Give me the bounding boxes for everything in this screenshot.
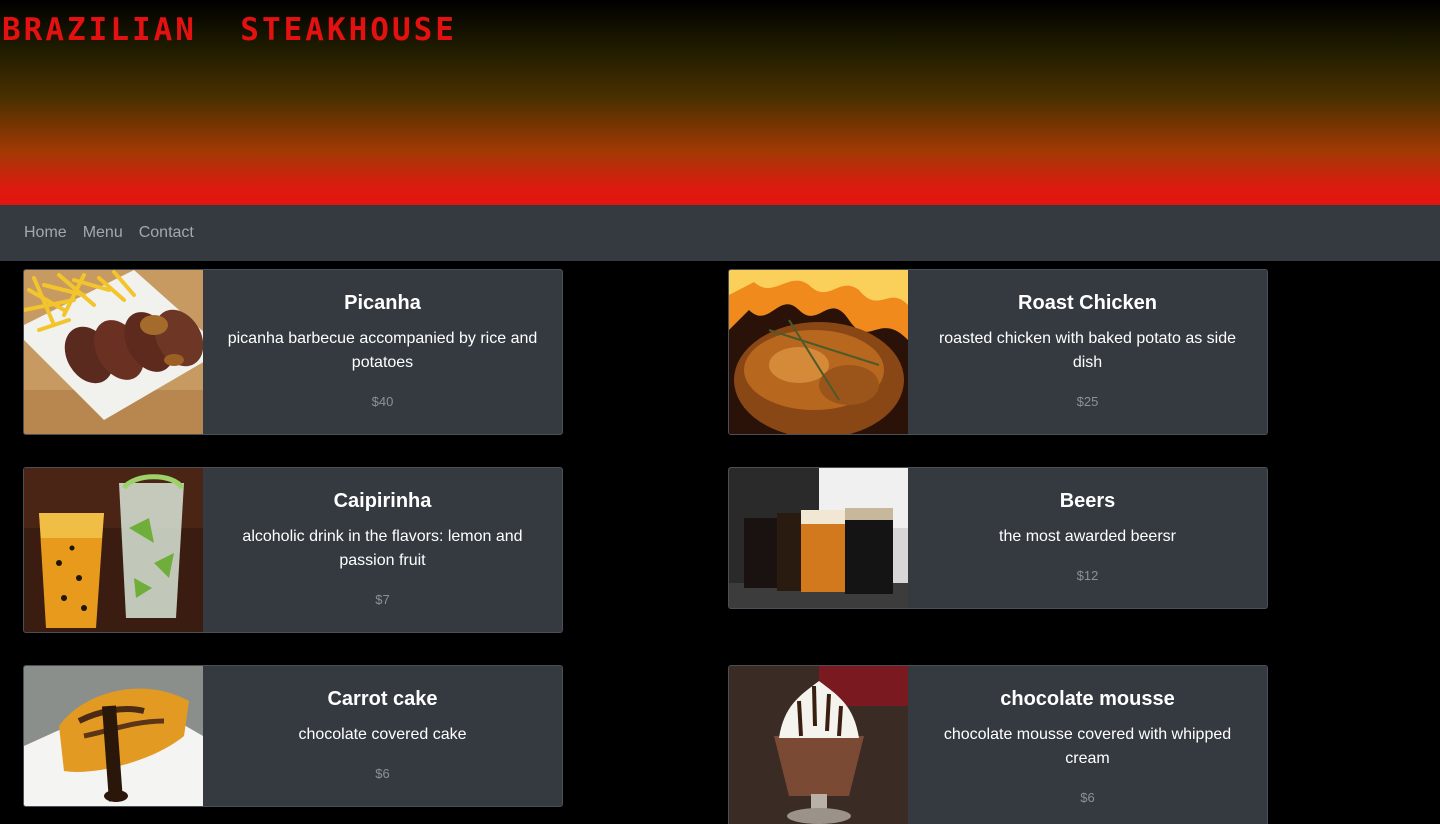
card-description: the most awarded beersr — [999, 528, 1176, 545]
card-body: Picanha picanha barbecue accompanied by … — [203, 270, 562, 434]
navbar: Home Menu Contact — [0, 205, 1440, 261]
card-description: picanha barbecue accompanied by rice and… — [227, 330, 538, 371]
card-description: chocolate mousse covered with whipped cr… — [943, 726, 1232, 767]
card-price: $7 — [375, 592, 390, 607]
card-title: Carrot cake — [327, 688, 438, 710]
card-description: alcoholic drink in the flavors: lemon an… — [242, 528, 523, 569]
card-body: Beers the most awarded beersr $12 — [908, 468, 1267, 608]
carrot-cake-image — [24, 666, 203, 806]
card-body: Roast Chicken roasted chicken with baked… — [908, 270, 1267, 434]
card-description: roasted chicken with baked potato as sid… — [938, 330, 1237, 371]
chocolate-mousse-image — [729, 666, 908, 824]
card-price: $12 — [1076, 568, 1099, 583]
brand-title: BRAZILIAN STEAKHOUSE — [2, 12, 457, 48]
card-price: $40 — [371, 394, 394, 409]
card-title: Roast Chicken — [1018, 292, 1157, 314]
nav-home-link[interactable]: Home — [24, 224, 67, 242]
card-price: $6 — [1080, 790, 1095, 805]
menu-card-carrot-cake[interactable]: Carrot cake chocolate covered cake $6 — [23, 665, 563, 807]
menu-card-chocolate-mousse[interactable]: chocolate mousse chocolate mousse covere… — [728, 665, 1268, 824]
card-body: Caipirinha alcoholic drink in the flavor… — [203, 468, 562, 632]
card-price: $6 — [375, 766, 390, 781]
roast-chicken-image — [729, 270, 908, 434]
hero-banner: BRAZILIAN STEAKHOUSE — [0, 0, 1440, 205]
menu-card-roast-chicken[interactable]: Roast Chicken roasted chicken with baked… — [728, 269, 1268, 435]
caipirinha-image — [24, 468, 203, 632]
picanha-image — [24, 270, 203, 434]
card-price: $25 — [1076, 394, 1099, 409]
card-description: chocolate covered cake — [298, 726, 467, 743]
card-title: chocolate mousse — [1000, 688, 1175, 710]
card-title: Caipirinha — [333, 490, 432, 512]
card-title: Beers — [1059, 490, 1116, 512]
beers-image — [729, 468, 908, 608]
card-body: Carrot cake chocolate covered cake $6 — [203, 666, 562, 806]
menu-card-picanha[interactable]: Picanha picanha barbecue accompanied by … — [23, 269, 563, 435]
nav-menu-link[interactable]: Menu — [83, 224, 123, 242]
menu-card-beers[interactable]: Beers the most awarded beersr $12 — [728, 467, 1268, 609]
card-title: Picanha — [344, 292, 421, 314]
nav-contact-link[interactable]: Contact — [139, 224, 194, 242]
menu-card-caipirinha[interactable]: Caipirinha alcoholic drink in the flavor… — [23, 467, 563, 633]
card-body: chocolate mousse chocolate mousse covere… — [908, 666, 1267, 824]
